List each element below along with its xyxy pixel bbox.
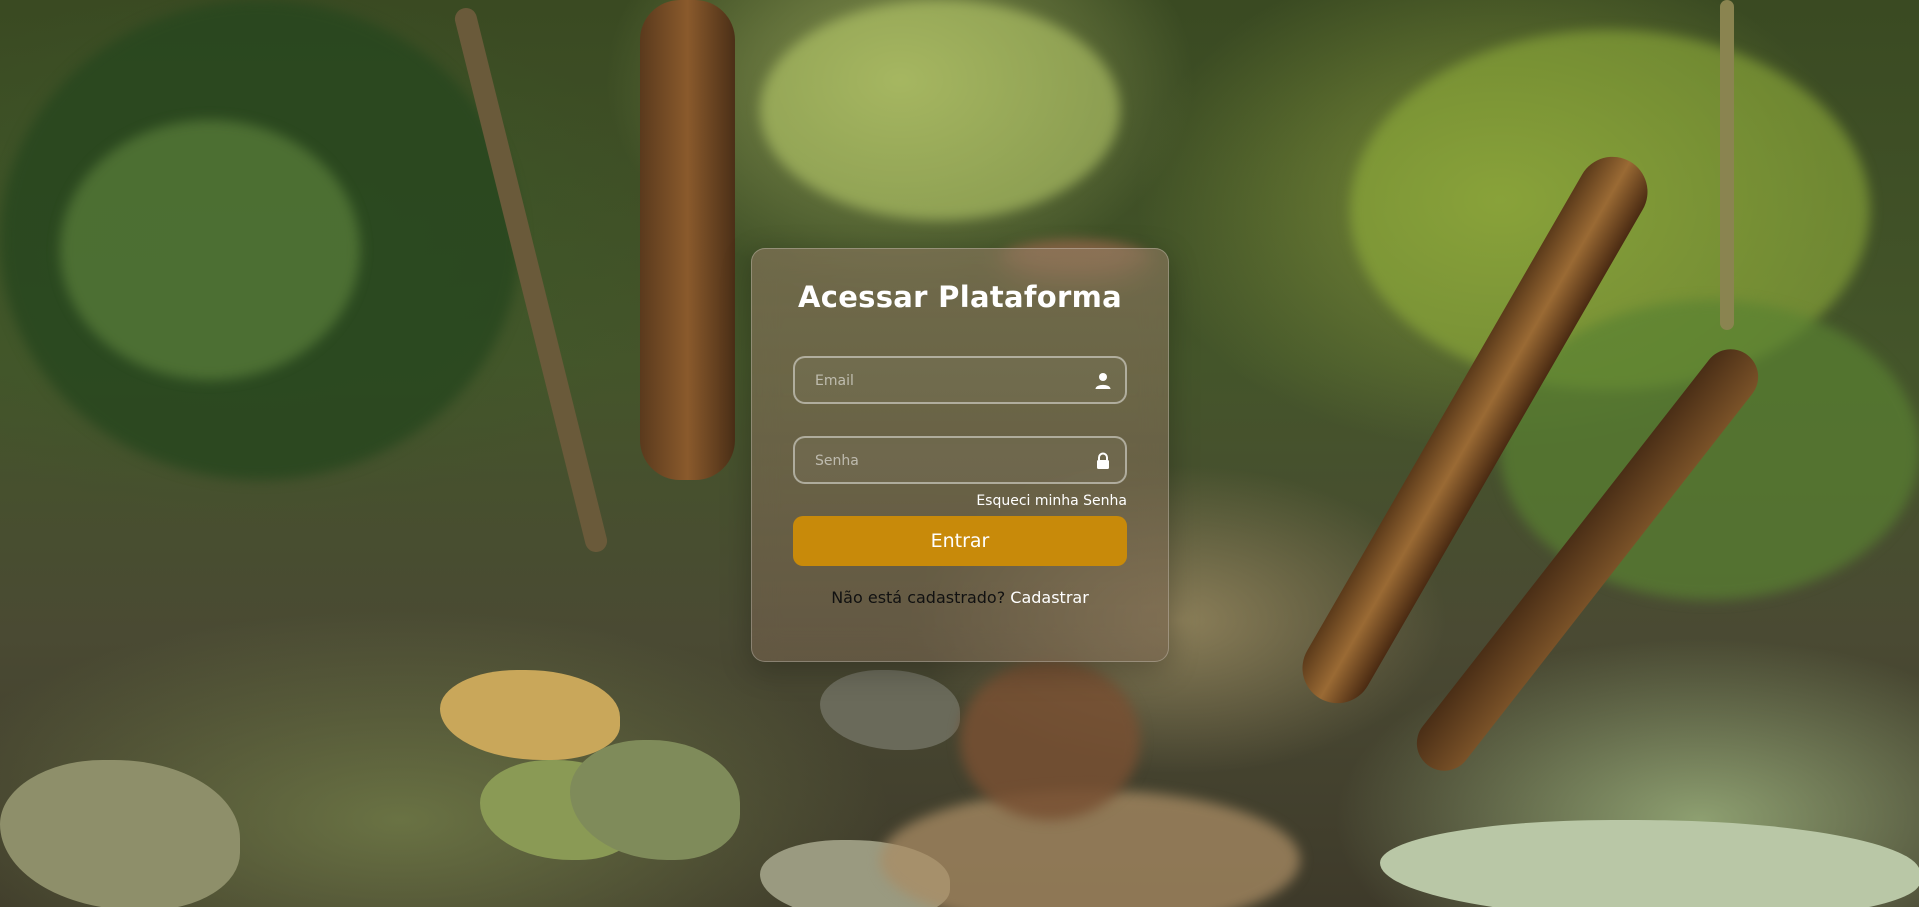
signup-prompt: Não está cadastrado? Cadastrar bbox=[751, 588, 1169, 607]
signup-prompt-text: Não está cadastrado? bbox=[831, 588, 1006, 607]
email-input[interactable] bbox=[813, 358, 1077, 404]
lock-icon bbox=[1097, 452, 1109, 469]
login-title: Acessar Plataforma bbox=[797, 280, 1123, 314]
password-input[interactable] bbox=[813, 438, 1077, 484]
forgot-password-link[interactable]: Esqueci minha Senha bbox=[976, 493, 1127, 509]
login-card: Acessar Plataforma Esqueci minha Senha E… bbox=[751, 248, 1169, 662]
user-icon bbox=[1095, 373, 1111, 389]
password-field[interactable] bbox=[793, 436, 1127, 484]
email-field[interactable] bbox=[793, 356, 1127, 404]
login-button[interactable]: Entrar bbox=[793, 516, 1127, 566]
signup-link[interactable]: Cadastrar bbox=[1010, 588, 1089, 607]
